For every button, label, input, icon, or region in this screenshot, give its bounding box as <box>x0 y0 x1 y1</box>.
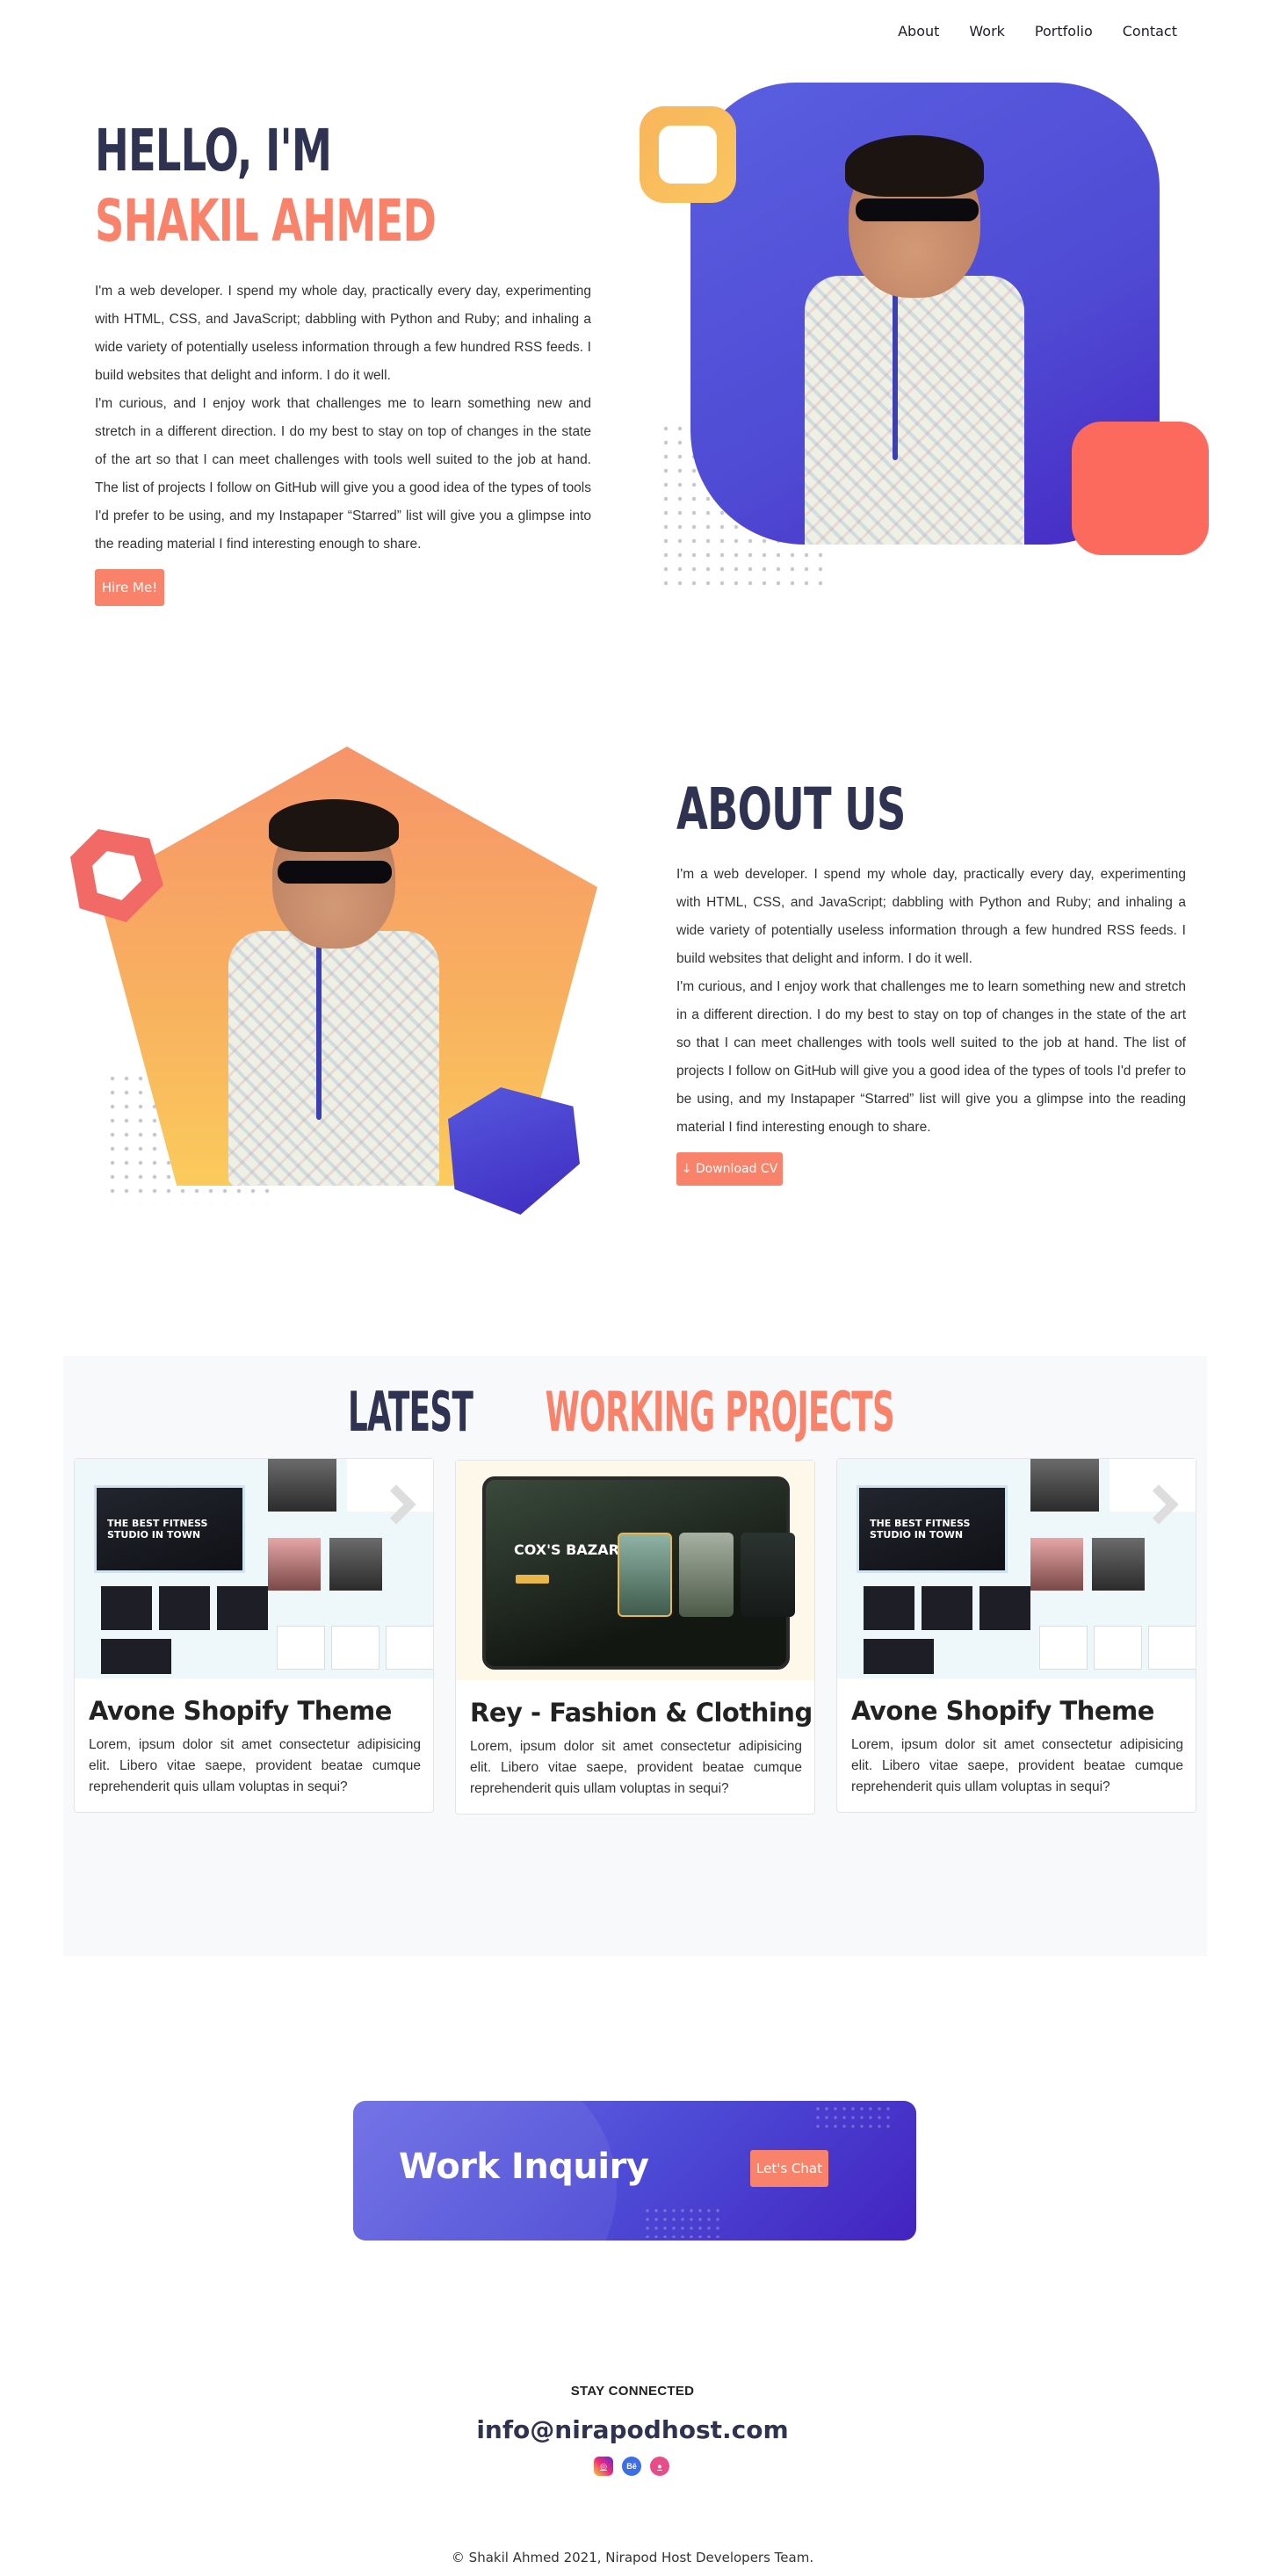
nav-contact-link[interactable]: Contact <box>1123 23 1177 40</box>
project-card[interactable]: COX'S BAZAR Rey - Fashion & Clothing Lor… <box>455 1460 815 1815</box>
projects-title: LATEST WORKING PROJECTS <box>348 1380 895 1444</box>
lets-chat-button[interactable]: Let's Chat <box>750 2150 828 2187</box>
dribbble-icon[interactable]: ● <box>650 2457 669 2476</box>
project-title: Rey - Fashion & Clothing <box>470 1698 813 1728</box>
project-thumbnail: THE BEST FITNESS STUDIO IN TOWN <box>837 1459 1196 1678</box>
stay-connected-label: STAY CONNECTED <box>570 2384 695 2399</box>
project-description: Lorem, ipsum dolor sit amet consectetur … <box>851 1737 1183 1794</box>
work-inquiry-banner: Work Inquiry Let's Chat <box>353 2101 916 2240</box>
hero-greeting: HELLO, I'M <box>95 117 332 184</box>
nav-portfolio-link[interactable]: Portfolio <box>1035 23 1093 40</box>
about-paragraph: I'm a web developer. I spend my whole da… <box>676 867 1186 1135</box>
projects-section: LATEST WORKING PROJECTS THE BEST FITNESS… <box>63 1356 1207 1956</box>
about-text: ABOUT US I'm a web developer. I spend my… <box>676 775 1186 1142</box>
nav-work-link[interactable]: Work <box>969 23 1005 40</box>
project-description: Lorem, ipsum dolor sit amet consectetur … <box>470 1739 802 1796</box>
hero-portrait-photo <box>787 118 1051 545</box>
project-card[interactable]: THE BEST FITNESS STUDIO IN TOWN Avone Sh… <box>74 1458 434 1813</box>
social-links: ◎ Bē ● <box>594 2457 669 2476</box>
behance-icon[interactable]: Bē <box>622 2457 641 2476</box>
hire-me-button[interactable]: Hire Me! <box>95 569 164 606</box>
download-icon: ↓ <box>681 1162 692 1176</box>
hero-paragraph: I'm a web developer. I spend my whole da… <box>95 284 591 552</box>
copyright-text: © Shakil Ahmed 2021, Nirapod Host Develo… <box>451 2550 814 2565</box>
project-title: Avone Shopify Theme <box>851 1696 1154 1726</box>
instagram-icon[interactable]: ◎ <box>594 2457 613 2476</box>
nav-about-link[interactable]: About <box>898 23 939 40</box>
download-cv-label: Download CV <box>695 1162 778 1176</box>
project-card[interactable]: THE BEST FITNESS STUDIO IN TOWN Avone Sh… <box>836 1458 1196 1813</box>
download-cv-button[interactable]: ↓ Download CV <box>676 1152 783 1186</box>
project-description: Lorem, ipsum dolor sit amet consectetur … <box>89 1737 421 1794</box>
about-illustration <box>70 738 615 1230</box>
contact-email-link[interactable]: info@nirapodhost.com <box>0 2415 1265 2444</box>
hero-name: SHAKIL AHMED <box>95 187 437 255</box>
project-title: Avone Shopify Theme <box>89 1696 392 1726</box>
coral-square-shape <box>1072 422 1209 555</box>
project-thumbnail: THE BEST FITNESS STUDIO IN TOWN <box>75 1459 433 1678</box>
about-portrait-photo <box>220 790 457 1186</box>
project-thumbnail: COX'S BAZAR <box>456 1461 814 1680</box>
hero-illustration <box>632 79 1212 588</box>
about-title: ABOUT US <box>676 776 906 843</box>
yellow-square-ring <box>640 106 736 203</box>
main-nav: About Work Portfolio Contact <box>898 23 1177 40</box>
hero-text: HELLO, I'M SHAKIL AHMED I'm a web develo… <box>95 116 591 559</box>
work-inquiry-title: Work Inquiry <box>399 2147 649 2187</box>
